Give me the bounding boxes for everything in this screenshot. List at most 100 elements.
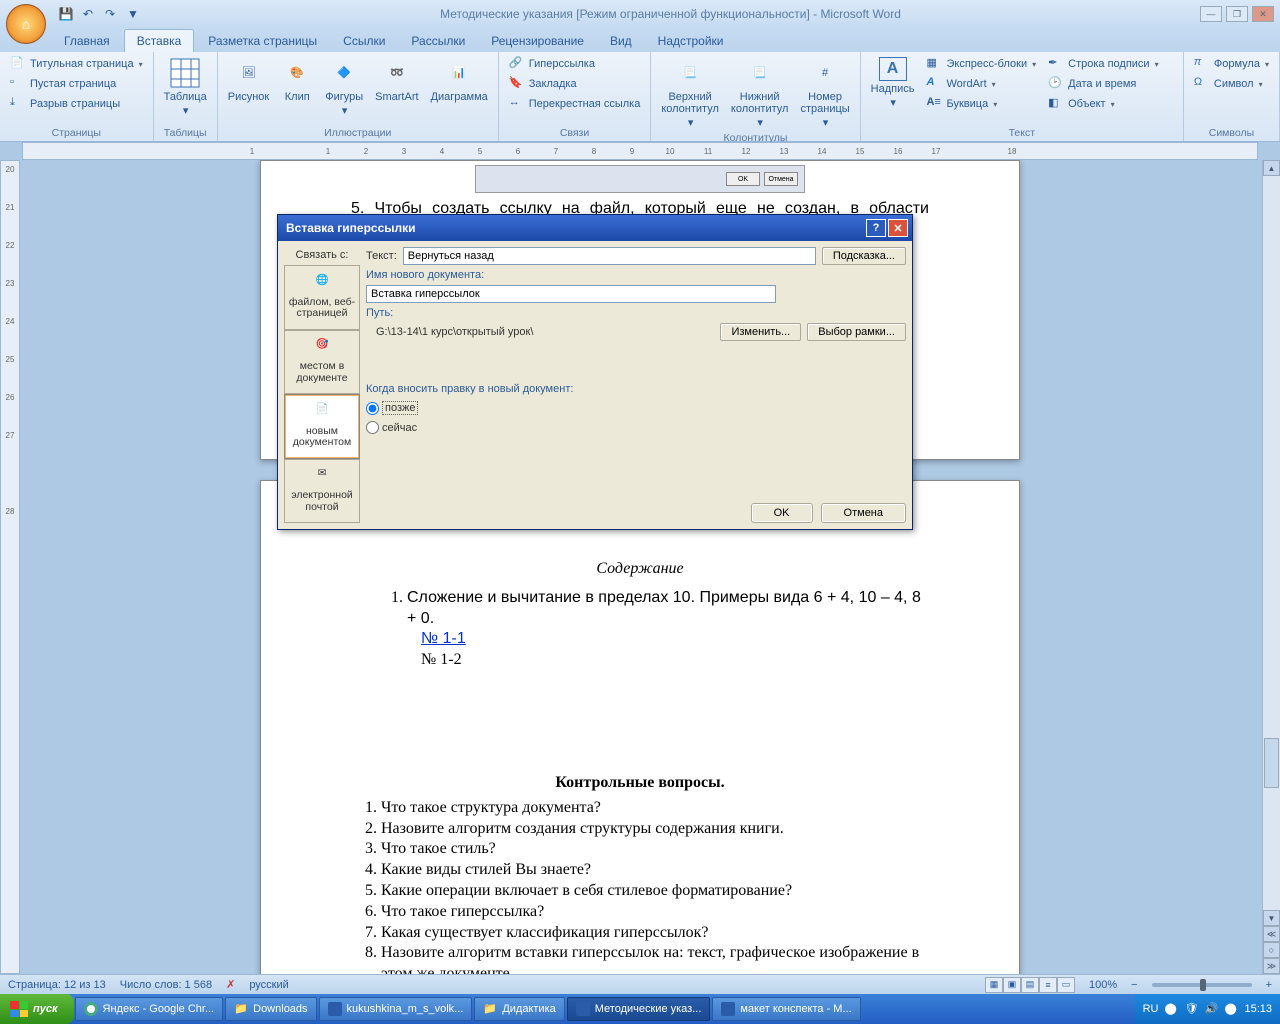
footer-button[interactable]: 📃Нижний колонтитул▾ xyxy=(727,55,793,131)
text-display-input[interactable] xyxy=(403,247,816,265)
close-button[interactable]: ✕ xyxy=(1252,6,1274,22)
crossref-button[interactable]: ↔Перекрестная ссылка xyxy=(505,95,645,113)
task-chrome[interactable]: Яндекс - Google Chr... xyxy=(75,997,224,1021)
view-print-layout[interactable]: ▦ xyxy=(985,977,1003,993)
cover-page-button[interactable]: 📄Титульная страница▾ xyxy=(6,55,147,73)
hyperlink-button[interactable]: 🔗Гиперссылка xyxy=(505,55,645,73)
toc-link-2: № 1-2 xyxy=(421,650,929,671)
dialog-titlebar[interactable]: Вставка гиперссылки ? ✕ xyxy=(278,215,912,241)
tab-pagelayout[interactable]: Разметка страницы xyxy=(196,30,329,52)
task-downloads[interactable]: 📁Downloads xyxy=(225,997,316,1021)
change-button[interactable]: Изменить... xyxy=(720,323,801,341)
dialog-close-button[interactable]: ✕ xyxy=(888,219,908,237)
smartart-button[interactable]: ➿SmartArt xyxy=(371,55,422,105)
table-button[interactable]: Таблица▾ xyxy=(160,55,211,119)
bookmark-button[interactable]: 🔖Закладка xyxy=(505,75,645,93)
horizontal-ruler[interactable]: 1123456789101112131415161718 xyxy=(22,142,1258,160)
linkto-newdoc[interactable]: 📄новым документом xyxy=(284,394,360,459)
toc-link[interactable]: № 1-1 xyxy=(421,629,929,650)
target-frame-button[interactable]: Выбор рамки... xyxy=(807,323,906,341)
shapes-button[interactable]: 🔷Фигуры▾ xyxy=(321,55,367,119)
signatureline-button[interactable]: ✒Строка подписи▾ xyxy=(1044,55,1162,73)
view-draft[interactable]: ▭ xyxy=(1057,977,1075,993)
save-icon[interactable]: 💾 xyxy=(58,6,74,22)
toc-list: Сложение и вычитание в пределах 10. Прим… xyxy=(407,588,929,630)
browse-object-icon[interactable]: ○ xyxy=(1263,942,1280,958)
ok-button[interactable]: OK xyxy=(751,503,813,523)
office-button[interactable]: ⌂ xyxy=(6,4,46,44)
vertical-ruler[interactable]: 202122232425262728 xyxy=(0,160,20,974)
minimize-button[interactable]: — xyxy=(1200,6,1222,22)
status-page[interactable]: Страница: 12 из 13 xyxy=(8,979,106,991)
tab-view[interactable]: Вид xyxy=(598,30,644,52)
undo-icon[interactable]: ↶ xyxy=(80,6,96,22)
task-didactics[interactable]: 📁Дидактика xyxy=(474,997,564,1021)
view-fullscreen[interactable]: ▣ xyxy=(1003,977,1021,993)
tray-network-icon[interactable]: 🔊 xyxy=(1204,1002,1218,1016)
blank-page-button[interactable]: ▫Пустая страница xyxy=(6,75,147,93)
prev-page-icon[interactable]: ≪ xyxy=(1263,926,1280,942)
tray-icon2[interactable]: ⬤ xyxy=(1224,1002,1238,1016)
folder-icon: 📁 xyxy=(234,1002,248,1016)
task-word1[interactable]: kukushkina_m_s_volk... xyxy=(319,997,473,1021)
next-page-icon[interactable]: ≫ xyxy=(1263,958,1280,974)
redo-icon[interactable]: ↷ xyxy=(102,6,118,22)
textbox-button[interactable]: AНадпись▾ xyxy=(867,55,919,111)
linkto-place[interactable]: 🎯местом в документе xyxy=(284,330,360,395)
newdoc-name-input[interactable] xyxy=(366,285,776,303)
equation-button[interactable]: πФормула▾ xyxy=(1190,55,1273,73)
radio-now[interactable]: сейчас xyxy=(366,421,417,434)
scroll-thumb[interactable] xyxy=(1264,738,1279,788)
picture-button[interactable]: 🖼Рисунок xyxy=(224,55,274,105)
system-tray: RU ⬤ 🛡 🔊 ⬤ 15:13 xyxy=(1135,994,1280,1024)
clip-button[interactable]: 🎨Клип xyxy=(277,55,317,105)
tab-addins[interactable]: Надстройки xyxy=(646,30,736,52)
status-language[interactable]: русский xyxy=(249,979,288,991)
blankpage-icon: ▫ xyxy=(10,76,26,92)
symbol-button[interactable]: ΩСимвол▾ xyxy=(1190,75,1273,93)
group-symbols-label: Символы xyxy=(1190,126,1273,139)
ribbon-tabs: Главная Вставка Разметка страницы Ссылки… xyxy=(0,28,1280,52)
tray-icon[interactable]: ⬤ xyxy=(1164,1002,1178,1016)
maximize-button[interactable]: ❐ xyxy=(1226,6,1248,22)
task-word3[interactable]: макет конспекта - M... xyxy=(712,997,860,1021)
spellcheck-icon[interactable]: ✗ xyxy=(226,978,235,991)
page-break-button[interactable]: ⤓Разрыв страницы xyxy=(6,95,147,113)
tab-mailings[interactable]: Рассылки xyxy=(399,30,477,52)
wordart-button[interactable]: AWordArt▾ xyxy=(922,75,1040,93)
scroll-up-icon[interactable]: ▲ xyxy=(1263,160,1280,176)
screentip-button[interactable]: Подсказка... xyxy=(822,247,906,265)
start-button[interactable]: пуск xyxy=(0,994,74,1024)
tab-references[interactable]: Ссылки xyxy=(331,30,397,52)
dialog-help-button[interactable]: ? xyxy=(866,219,886,237)
qat-dropdown-icon[interactable]: ▼ xyxy=(125,6,141,22)
header-button[interactable]: 📃Верхний колонтитул▾ xyxy=(657,55,723,131)
linkto-email[interactable]: ✉электронной почтой xyxy=(284,459,360,524)
linkto-file-web[interactable]: 🌐файлом, веб-страницей xyxy=(284,265,360,330)
quickparts-button[interactable]: ▦Экспресс-блоки▾ xyxy=(922,55,1040,73)
status-words[interactable]: Число слов: 1 568 xyxy=(120,979,212,991)
chart-button[interactable]: 📊Диаграмма xyxy=(427,55,492,105)
radio-later[interactable]: позже xyxy=(366,401,418,415)
dropcap-button[interactable]: A≡Буквица▾ xyxy=(922,95,1040,113)
datetime-button[interactable]: 🕑Дата и время xyxy=(1044,75,1162,93)
cancel-button[interactable]: Отмена xyxy=(821,503,906,523)
tray-clock[interactable]: 15:13 xyxy=(1244,1003,1272,1015)
view-web[interactable]: ▤ xyxy=(1021,977,1039,993)
globe-icon: 🌐 xyxy=(310,275,334,295)
view-outline[interactable]: ≡ xyxy=(1039,977,1057,993)
tab-home[interactable]: Главная xyxy=(52,30,122,52)
scroll-down-icon[interactable]: ▼ xyxy=(1263,910,1280,926)
object-button[interactable]: ◧Объект▾ xyxy=(1044,95,1162,113)
zoom-level[interactable]: 100% xyxy=(1089,979,1117,991)
task-word-current[interactable]: Методические указ... xyxy=(567,997,711,1021)
zoom-slider[interactable] xyxy=(1152,983,1252,987)
tab-review[interactable]: Рецензирование xyxy=(479,30,596,52)
tab-insert[interactable]: Вставка xyxy=(124,29,195,52)
vertical-scrollbar[interactable]: ▲ ▼ ≪ ○ ≫ xyxy=(1262,160,1280,974)
pagenumber-button[interactable]: #Номер страницы▾ xyxy=(796,55,853,131)
tray-shield-icon[interactable]: 🛡 xyxy=(1184,1002,1198,1016)
zoom-in-icon[interactable]: + xyxy=(1266,979,1272,991)
zoom-out-icon[interactable]: − xyxy=(1131,979,1137,991)
tray-language[interactable]: RU xyxy=(1143,1003,1159,1015)
